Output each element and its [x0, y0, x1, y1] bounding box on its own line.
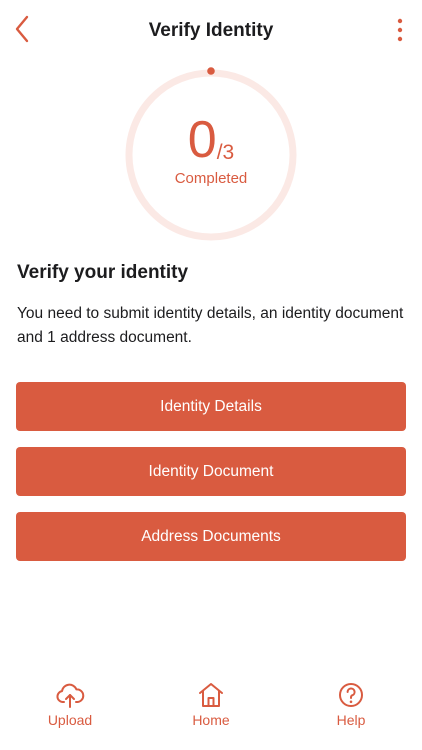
identity-details-button[interactable]: Identity Details — [16, 382, 406, 431]
completed-count: 0 — [187, 111, 217, 169]
nav-label-upload: Upload — [47, 712, 93, 728]
more-vertical-icon — [397, 18, 403, 42]
nav-item-help[interactable]: Help — [301, 678, 401, 750]
help-circle-icon — [336, 680, 366, 710]
section-heading: Verify your identity — [17, 262, 189, 283]
progress-ring: 0 /3 Completed — [122, 66, 300, 244]
progress-label: Completed — [174, 170, 248, 187]
nav-item-home[interactable]: Home — [161, 678, 261, 750]
progress-indicator-dot — [207, 67, 215, 75]
progress-count: 0 /3 — [122, 114, 300, 166]
header: Verify Identity — [0, 0, 422, 62]
cloud-upload-icon — [55, 680, 85, 710]
identity-document-button[interactable]: Identity Document — [16, 447, 406, 496]
address-documents-button[interactable]: Address Documents — [16, 512, 406, 561]
nav-label-help: Help — [336, 712, 366, 728]
total-count: /3 — [216, 141, 235, 164]
nav-label-home: Home — [192, 712, 230, 728]
bottom-nav: Upload Home Help — [0, 678, 422, 750]
section-description: You need to submit identity details, an … — [17, 305, 404, 346]
home-icon — [196, 680, 226, 710]
verify-identity-screen: Verify Identity 0 /3 Completed Verify yo… — [0, 0, 422, 750]
more-options-button[interactable] — [390, 14, 410, 46]
page-title: Verify Identity — [148, 20, 274, 41]
nav-item-upload[interactable]: Upload — [20, 678, 120, 750]
progress-center: 0 /3 Completed — [122, 114, 300, 187]
